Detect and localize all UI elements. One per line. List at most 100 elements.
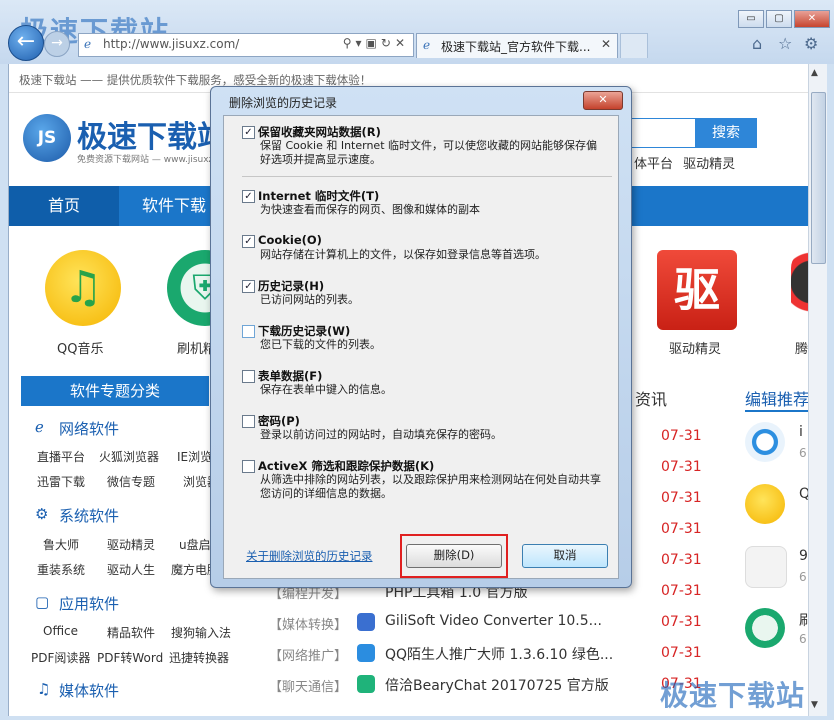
bearychat-icon [357,675,375,693]
category-title-application[interactable]: 应用软件 [59,593,119,614]
category-link[interactable]: 直播平台 [37,448,85,465]
app-label-tencent[interactable]: 腾 [795,338,808,357]
arrow-left-icon: ← [16,29,36,54]
tencent-app-icon[interactable] [791,250,809,330]
delete-button[interactable]: 删除(D) [406,544,502,568]
category-link[interactable]: 驱动精灵 [107,536,155,553]
editor-picks-heading[interactable]: 编辑推荐 [745,386,809,410]
scroll-up-icon[interactable]: ▲ [811,68,818,78]
news-tag[interactable]: 【网络推广】 [269,645,347,664]
scroll-down-icon[interactable]: ▼ [811,700,818,710]
stop-icon: ✕ [394,36,409,50]
category-link[interactable]: 驱动人生 [107,561,155,578]
news-title[interactable]: 倍洽BearyChat 20170725 官方版 [385,675,609,695]
dialog-close-button[interactable]: ✕ [583,91,623,110]
arrow-right-icon: → [51,35,63,51]
category-link[interactable]: 微信专题 [107,473,155,490]
home-icon[interactable]: ⌂ [752,34,762,53]
category-link[interactable]: 鲁大师 [43,536,79,553]
option-title: 表单数据(F) [258,369,323,383]
checkbox-history[interactable]: ✓ [242,280,255,293]
maximize-button[interactable]: ▢ [766,10,792,28]
side-app-name[interactable]: 9 [799,548,808,564]
checkbox-preserve-favorites[interactable]: ✓ [242,126,255,139]
option-title: Internet 临时文件(T) [258,189,380,203]
news-date: 07-31 [661,552,702,568]
address-input[interactable]: http://www.jisuxz.com/ [103,37,239,51]
site-search-button[interactable]: 搜索 [695,118,757,148]
category-link[interactable]: Office [43,624,78,638]
news-heading[interactable]: 资讯 [635,386,667,410]
hot-links[interactable]: 体平台 驱动精灵 [634,153,735,172]
address-actions[interactable]: ⚲▾▣↻✕ [343,36,409,50]
news-date: 07-31 [661,583,702,599]
side-app-icon[interactable] [745,608,785,648]
checkbox-download-history[interactable] [242,325,255,338]
nav-software-download[interactable]: 软件下载 [129,186,219,226]
category-title-network[interactable]: 网络软件 [59,418,119,439]
category-link[interactable]: 搜狗输入法 [171,624,231,641]
category-link[interactable]: PDF阅读器 [31,649,90,666]
watermark-bottom: 极速下载站 [660,679,806,712]
side-app-icon[interactable] [745,484,785,524]
news-title[interactable]: GiliSoft Video Converter 10.5... [385,613,602,629]
news-tag[interactable]: 【聊天通信】 [269,676,347,695]
qudong-app-icon[interactable]: 驱 [657,250,737,330]
cancel-button[interactable]: 取消 [522,544,608,568]
compat-icon: ▣ [365,36,381,50]
minimize-button[interactable]: ▭ [738,10,764,28]
side-app-sub: 6 [799,570,807,584]
site-logo-text[interactable]: 极速下载站 [77,112,227,156]
favorites-star-icon[interactable]: ☆ [778,34,792,53]
news-title[interactable]: QQ陌生人推广大师 1.3.6.10 绿色... [385,644,613,664]
tab-favicon-icon: ℯ [423,38,431,52]
side-app-icon[interactable] [745,422,785,462]
ie-page-icon: ℯ [84,37,92,51]
site-logo-badge[interactable]: JS [23,114,71,162]
category-link[interactable]: 火狐浏览器 [99,448,159,465]
scroll-thumb[interactable] [811,92,826,264]
option-desc: 登录以前访问过的网站时，自动填充保存的密码。 [260,428,502,441]
ie-icon: ℯ [35,418,44,436]
category-link[interactable]: 迅捷转换器 [169,649,229,666]
checkbox-cookies[interactable]: ✓ [242,235,255,248]
about-delete-history-link[interactable]: 关于删除浏览的历史记录 [246,548,373,564]
dialog-divider [242,176,612,177]
dialog-title: 删除浏览的历史记录 [229,96,338,110]
category-title-system[interactable]: 系统软件 [59,505,119,526]
side-app-icon[interactable] [745,546,787,588]
category-link[interactable]: PDF转Word [97,649,163,666]
address-bar[interactable]: ℯ http://www.jisuxz.com/ ⚲▾▣↻✕ [78,33,414,57]
music-note-icon: ♫ [63,262,103,313]
app-window-icon: ▢ [35,593,50,611]
option-title: 下载历史记录(W) [258,324,351,338]
settings-gear-icon[interactable]: ⚙ [804,34,818,53]
category-link[interactable]: 精品软件 [107,624,155,641]
side-app-sub: 6 [799,632,807,646]
checkbox-temp-files[interactable]: ✓ [242,190,255,203]
option-title: Cookie(O) [258,233,322,247]
delete-history-dialog: 删除浏览的历史记录 ✕ ✓ 保留收藏夹网站数据(R) 保留 Cookie 和 I… [210,86,632,588]
tab-active[interactable]: ℯ 极速下载站_官方软件下载... ✕ [416,33,618,58]
new-tab-button[interactable] [620,33,648,58]
category-title-media[interactable]: 媒体软件 [59,680,119,701]
vertical-scrollbar[interactable]: ▲ ▼ [808,64,827,716]
checkbox-passwords[interactable] [242,415,255,428]
forward-button[interactable]: → [44,31,70,57]
checkbox-form-data[interactable] [242,370,255,383]
back-button[interactable]: ← [8,25,44,61]
qq-promo-icon [357,644,375,662]
side-app-name[interactable]: i [799,424,803,440]
topic-category-bar[interactable]: 软件专题分类 [21,376,209,406]
nav-home[interactable]: 首页 [9,186,119,226]
qq-music-app-icon[interactable]: ♫ [45,250,121,326]
tab-close-icon[interactable]: ✕ [601,37,611,51]
category-link[interactable]: 迅雷下载 [37,473,85,490]
option-desc: 网站存储在计算机上的文件，以保存如登录信息等首选项。 [260,248,546,261]
app-label-qudong[interactable]: 驱动精灵 [669,338,721,357]
window-close-button[interactable]: ✕ [794,10,830,28]
checkbox-activex-tracking[interactable] [242,460,255,473]
category-link[interactable]: 重装系统 [37,561,85,578]
news-tag[interactable]: 【媒体转换】 [269,614,347,633]
app-label-qqmusic[interactable]: QQ音乐 [57,338,103,357]
